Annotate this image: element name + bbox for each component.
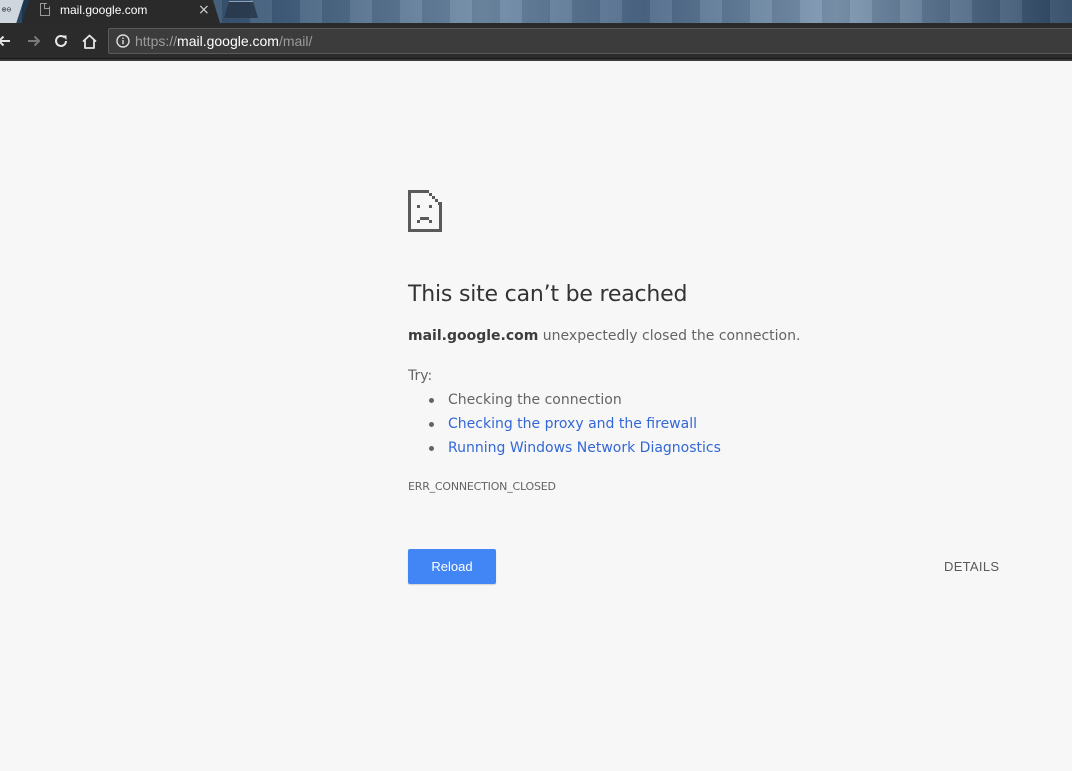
forward-button[interactable] (24, 31, 44, 51)
active-tab[interactable]: mail.google.com × (22, 0, 220, 23)
suggestions-list: Checking the connection Checking the pro… (429, 390, 721, 462)
toolbar-divider (0, 59, 1072, 61)
back-arrow-icon (0, 35, 10, 47)
info-icon[interactable] (116, 34, 130, 48)
error-host: mail.google.com (408, 328, 539, 344)
error-code: ERR_CONNECTION_CLOSED (408, 480, 556, 493)
error-summary: mail.google.com unexpectedly closed the … (408, 328, 800, 344)
previous-tab-stub[interactable]: ⊕⊖ (0, 0, 24, 23)
list-item: Checking the proxy and the firewall (429, 414, 721, 438)
tab-title: mail.google.com (60, 3, 148, 17)
reload-icon (55, 34, 67, 47)
home-icon (81, 34, 97, 49)
previous-tab-label: ⊕⊖ (1, 5, 12, 14)
address-bar[interactable]: https://mail.google.com/mail/ (108, 28, 1072, 54)
try-label: Try: (408, 368, 433, 384)
page-icon (40, 3, 50, 16)
suggestion-network-diagnostics-link[interactable]: Running Windows Network Diagnostics (448, 440, 721, 456)
list-item: Running Windows Network Diagnostics (429, 438, 721, 462)
reload-button[interactable]: Reload (408, 549, 496, 584)
back-button[interactable] (0, 31, 14, 51)
sad-page-icon (408, 190, 442, 232)
reload-page-button[interactable] (51, 31, 71, 51)
list-item: Checking the connection (429, 390, 721, 414)
url-path: /mail/ (278, 33, 313, 49)
error-summary-text: unexpectedly closed the connection. (538, 328, 801, 344)
suggestion-check-proxy-link[interactable]: Checking the proxy and the firewall (448, 416, 697, 432)
suggestion-check-connection: Checking the connection (448, 392, 622, 408)
close-tab-icon[interactable]: × (198, 1, 210, 19)
url-scheme: https:// (135, 33, 178, 49)
error-headline: This site can’t be reached (408, 282, 688, 307)
details-button[interactable]: DETAILS (944, 549, 999, 584)
url-host: mail.google.com (177, 33, 279, 49)
new-tab-button[interactable] (224, 1, 258, 18)
tab-strip: ⊕⊖ mail.google.com × (0, 0, 1072, 23)
url-text: https://mail.google.com/mail/ (135, 33, 312, 49)
forward-arrow-icon (28, 35, 41, 47)
home-button[interactable] (79, 31, 99, 51)
